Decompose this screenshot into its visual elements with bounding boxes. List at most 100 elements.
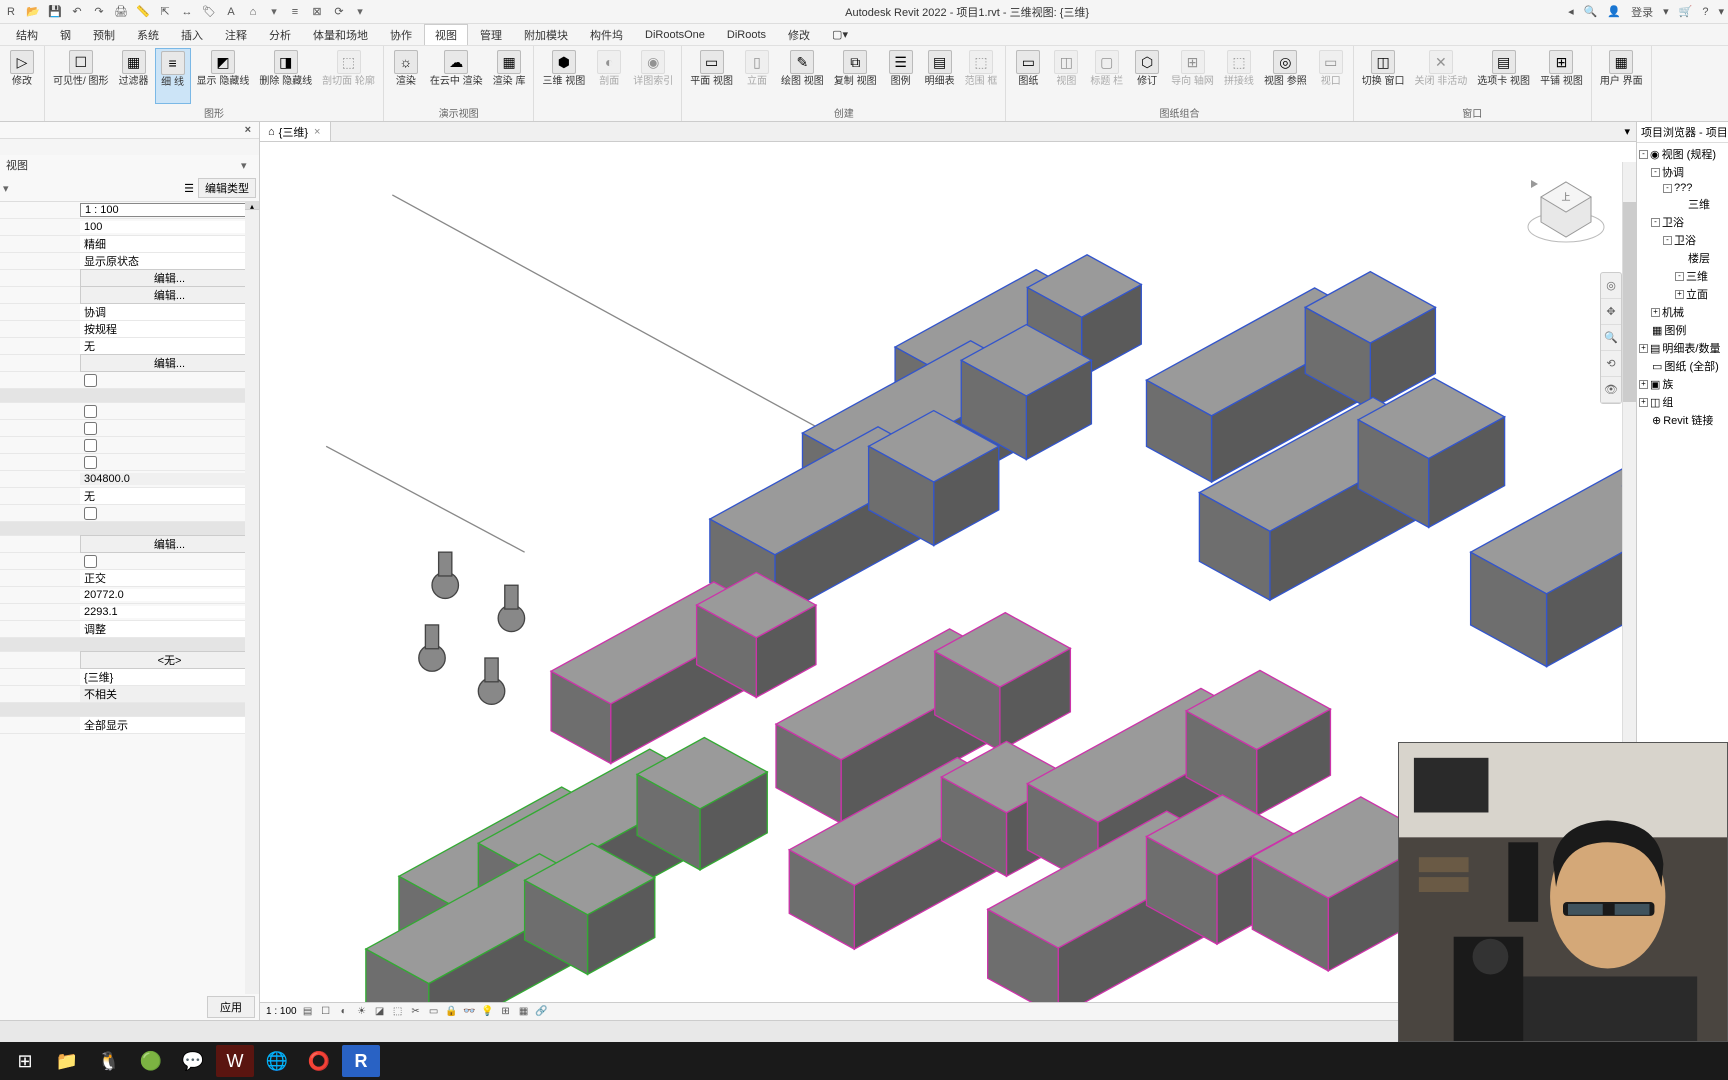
tree-node[interactable]: +立面 (1639, 285, 1726, 303)
ribbon-button[interactable]: ▦渲染 库 (489, 48, 530, 104)
property-value[interactable]: 无 (80, 338, 259, 354)
scale-icon[interactable]: ▤ (301, 1005, 315, 1019)
full-nav-wheel-icon[interactable]: ◎ (1601, 273, 1621, 299)
ribbon-button[interactable]: ⬢三维 视图 (538, 48, 589, 119)
analytical-model-icon[interactable]: ▦ (517, 1005, 531, 1019)
ribbon-tab-15[interactable]: 修改 (778, 25, 820, 45)
property-checkbox[interactable] (84, 405, 97, 418)
ribbon-button[interactable]: ⊞平铺 视图 (1536, 48, 1587, 104)
property-value[interactable]: {三维} (80, 669, 259, 685)
undo-icon[interactable]: ↶ (70, 5, 84, 19)
revit-icon[interactable]: R (4, 5, 18, 19)
tree-node[interactable]: -卫浴 (1639, 231, 1726, 249)
taskbar-app-6[interactable]: 🌐 (258, 1045, 296, 1077)
property-value[interactable]: 1 : 100 (80, 203, 259, 217)
property-checkbox[interactable] (84, 555, 97, 568)
save-icon[interactable]: 💾 (48, 5, 62, 19)
ribbon-button[interactable]: ▦过滤器 (115, 48, 153, 104)
ribbon-button[interactable]: ◨删除 隐藏线 (255, 48, 316, 104)
tree-expand-icon[interactable]: - (1651, 218, 1660, 227)
dropdown-icon[interactable]: ▾ (268, 5, 280, 19)
property-edit-button[interactable]: 编辑... (80, 269, 259, 287)
ribbon-tab-14[interactable]: DiRoots (717, 27, 776, 43)
close-icon[interactable]: × (241, 124, 255, 136)
taskbar-app-2[interactable]: 🐧 (90, 1045, 128, 1077)
property-value[interactable]: 协调 (80, 304, 259, 320)
tree-expand-icon[interactable]: - (1663, 236, 1672, 245)
ribbon-button[interactable]: ✎绘图 视图 (777, 48, 828, 104)
ribbon-tab-12[interactable]: 构件坞 (580, 25, 633, 45)
scale-label[interactable]: 1 : 100 (266, 1006, 297, 1017)
tree-node[interactable]: -◉视图 (规程) (1639, 145, 1726, 163)
ribbon-tab-8[interactable]: 协作 (380, 25, 422, 45)
ribbon-tab-2[interactable]: 预制 (83, 25, 125, 45)
tree-expand-icon[interactable]: - (1663, 184, 1672, 193)
ribbon-tab-5[interactable]: 注释 (215, 25, 257, 45)
dropdown-icon[interactable]: ▾ (3, 182, 15, 195)
ribbon-tab-1[interactable]: 钢 (50, 25, 81, 45)
ribbon-button[interactable]: ⬡修订 (1129, 48, 1165, 104)
taskbar-app-5[interactable]: W (216, 1045, 254, 1077)
tree-expand-icon[interactable]: + (1675, 290, 1684, 299)
tree-expand-icon[interactable]: + (1639, 398, 1648, 407)
constraints-icon[interactable]: 🔗 (535, 1005, 549, 1019)
dimension-icon[interactable]: ↔ (180, 5, 194, 19)
text-icon[interactable]: A (224, 5, 238, 19)
ribbon-tab-7[interactable]: 体量和场地 (303, 25, 378, 45)
view-icon[interactable]: ⌂ (246, 5, 260, 19)
tree-node[interactable]: -??? (1639, 181, 1726, 195)
user-icon[interactable]: 👤 (1607, 5, 1621, 18)
tree-expand-icon[interactable]: + (1651, 308, 1660, 317)
tree-node[interactable]: -卫浴 (1639, 213, 1726, 231)
ribbon-button[interactable]: ≡细 线 (155, 48, 191, 104)
ribbon-button[interactable]: ▤明细表 (921, 48, 959, 104)
thin-lines-icon[interactable]: ≡ (288, 5, 302, 19)
tree-expand-icon[interactable]: - (1675, 272, 1684, 281)
property-edit-button[interactable]: 编辑... (80, 354, 259, 372)
taskbar-app-7[interactable]: ⭕ (300, 1045, 338, 1077)
tree-node[interactable]: 三维 (1639, 195, 1726, 213)
ribbon-button[interactable]: ▭平面 视图 (686, 48, 737, 104)
ribbon-button[interactable]: ◫切换 窗口 (1358, 48, 1409, 104)
ribbon-button[interactable]: ☐可见性/ 图形 (49, 48, 113, 104)
tag-icon[interactable]: 🏷 (202, 5, 216, 19)
property-value[interactable]: 显示原状态 (80, 253, 259, 269)
ribbon-button[interactable]: ▷修改 (4, 48, 40, 119)
tree-expand-icon[interactable]: + (1639, 380, 1648, 389)
taskbar-app-1[interactable]: 📁 (48, 1045, 86, 1077)
ribbon-button[interactable]: ☁在云中 渲染 (426, 48, 487, 104)
search-icon[interactable]: 🔍 (1584, 5, 1598, 18)
zoom-icon[interactable]: 🔍 (1601, 325, 1621, 351)
tree-expand-icon[interactable]: - (1651, 168, 1660, 177)
property-checkbox[interactable] (84, 507, 97, 520)
ribbon-tab-6[interactable]: 分析 (259, 25, 301, 45)
help-icon[interactable]: ? (1702, 6, 1708, 18)
ribbon-button[interactable]: ☰图例 (883, 48, 919, 104)
cart-icon[interactable]: 🛒 (1679, 5, 1693, 18)
tree-node[interactable]: -协调 (1639, 163, 1726, 181)
detail-level-icon[interactable]: ☐ (319, 1005, 333, 1019)
tree-node[interactable]: +▣族 (1639, 375, 1726, 393)
temp-hide-icon[interactable]: 👓 (463, 1005, 477, 1019)
close-icon[interactable]: × (312, 126, 322, 138)
ribbon-button[interactable]: ▤选项卡 视图 (1473, 48, 1534, 104)
tree-node[interactable]: ▭图纸 (全部) (1639, 357, 1726, 375)
tree-node[interactable]: +▤明细表/数量 (1639, 339, 1726, 357)
property-checkbox[interactable] (84, 422, 97, 435)
ribbon-tab-13[interactable]: DiRootsOne (635, 27, 715, 43)
tree-node[interactable]: 楼层 (1639, 249, 1726, 267)
tree-node[interactable]: +机械 (1639, 303, 1726, 321)
ribbon-tab-3[interactable]: 系统 (127, 25, 169, 45)
ribbon-button[interactable]: ◎视图 参照 (1260, 48, 1311, 104)
print-icon[interactable]: 🖨 (114, 5, 128, 19)
ribbon-button[interactable]: ▭图纸 (1010, 48, 1046, 104)
visual-style-icon[interactable]: ◐ (337, 1005, 351, 1019)
view-type-row[interactable]: 视图 ▾ (0, 155, 259, 175)
property-edit-button[interactable]: 编辑... (80, 535, 259, 553)
close-hidden-icon[interactable]: ⊠ (310, 5, 324, 19)
comm-icon[interactable]: ▾ (1663, 5, 1669, 18)
qat-dropdown-icon[interactable]: ▾ (354, 5, 366, 19)
orbit-icon[interactable]: ⟲ (1601, 351, 1621, 377)
tree-node[interactable]: ⊕Revit 链接 (1639, 411, 1726, 429)
align-icon[interactable]: ⇱ (158, 5, 172, 19)
